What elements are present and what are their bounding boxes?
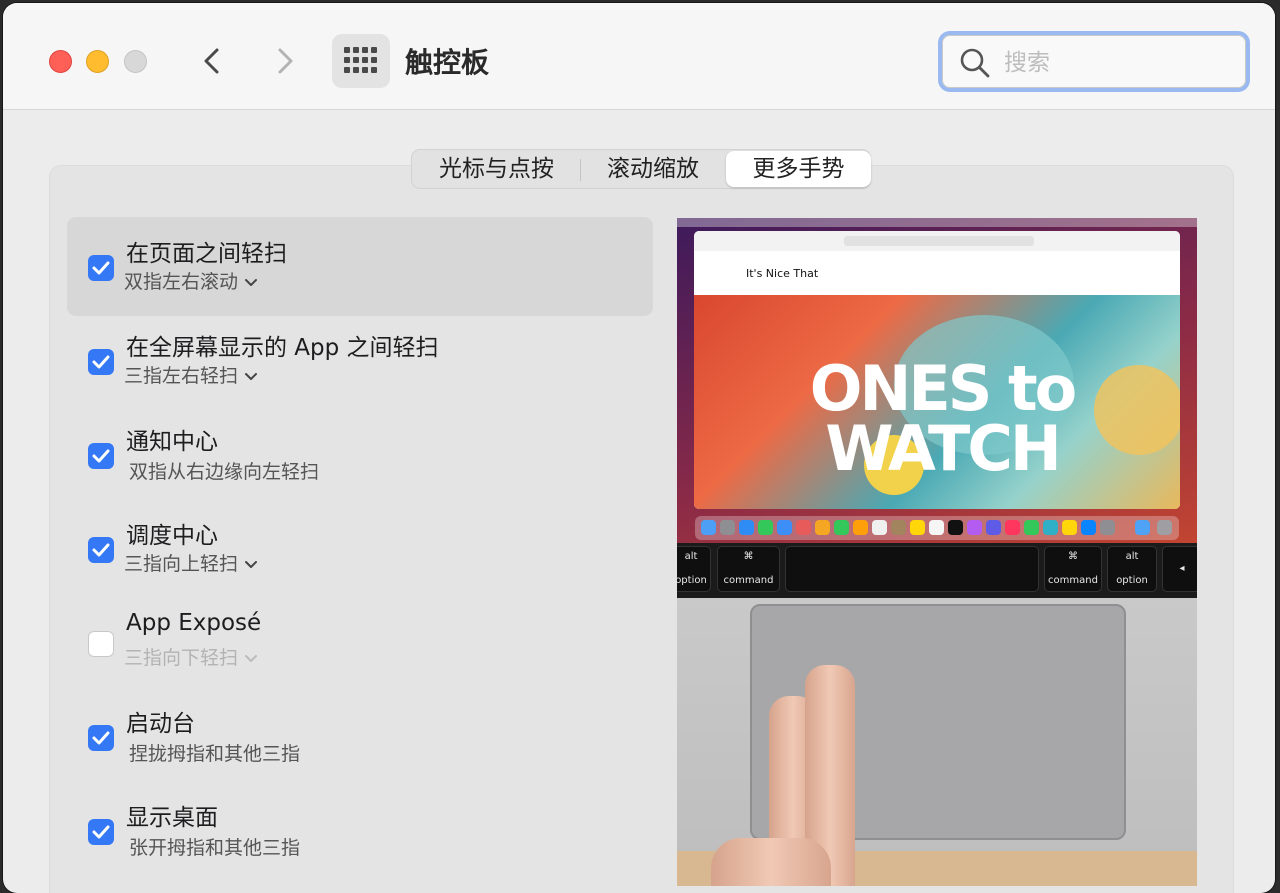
- search-field[interactable]: [938, 31, 1250, 92]
- checkmark-icon: [92, 825, 110, 839]
- tab-bar: 光标与点按 滚动缩放 更多手势: [411, 149, 871, 189]
- gesture-subtitle: 三指向上轻扫: [124, 553, 239, 575]
- checkmark-icon: [92, 261, 110, 275]
- gesture-preview-video: It's Nice That ONES to WATCH altoption: [677, 218, 1197, 886]
- preview-keyboard: alt option ⌘ command ⌘ command alt option ◂: [677, 543, 1197, 598]
- preview-hand: [711, 838, 831, 886]
- gesture-item-show-desktop[interactable]: 显示桌面 张开拇指和其他三指: [67, 781, 653, 880]
- checkbox-app-expose[interactable]: [88, 631, 114, 657]
- grid-icon: [344, 47, 377, 73]
- zoom-button[interactable]: [124, 50, 147, 73]
- back-button[interactable]: [196, 43, 230, 79]
- checkbox-mission-control[interactable]: [88, 537, 114, 563]
- chevron-right-icon: [278, 48, 293, 74]
- preview-dock: [695, 516, 1179, 540]
- checkbox-notification-center[interactable]: [88, 443, 114, 469]
- gesture-title: 在页面之间轻扫: [126, 241, 287, 267]
- preview-key-left-command: ⌘ command: [717, 546, 780, 592]
- gesture-item-swipe-between-apps[interactable]: 在全屏幕显示的 App 之间轻扫 三指左右轻扫: [67, 311, 653, 410]
- preview-menu-bar: [677, 218, 1197, 227]
- gesture-subtitle: 三指左右轻扫: [124, 365, 239, 387]
- gesture-title: 启动台: [126, 711, 195, 737]
- gesture-item-swipe-between-pages[interactable]: 在页面之间轻扫 双指左右滚动: [67, 217, 653, 316]
- gesture-item-notification-center[interactable]: 通知中心 双指从右边缘向左轻扫: [67, 405, 653, 504]
- preview-browser-window: It's Nice That ONES to WATCH: [694, 231, 1180, 509]
- show-all-button[interactable]: [332, 34, 390, 88]
- preview-key-right-option: alt option: [1107, 546, 1157, 592]
- search-input[interactable]: [1002, 47, 1236, 79]
- chevron-down-icon: [245, 372, 258, 380]
- gesture-subtitle: 捏拢拇指和其他三指: [129, 743, 301, 765]
- chevron-down-icon: [245, 560, 258, 568]
- search-icon: [960, 48, 990, 78]
- gesture-title: 通知中心: [126, 429, 218, 455]
- preview-key-arrow: ◂: [1162, 546, 1197, 592]
- gesture-title: 在全屏幕显示的 App 之间轻扫: [126, 335, 439, 361]
- minimize-button[interactable]: [86, 50, 109, 73]
- preview-key-left-option: alt option: [677, 546, 711, 592]
- preview-site-header: It's Nice That: [694, 251, 1180, 295]
- preview-hero-line-1: ONES to: [809, 352, 1077, 425]
- preview-key-right-command: ⌘ command: [1044, 546, 1102, 592]
- checkbox-swipe-between-pages[interactable]: [88, 255, 114, 281]
- checkmark-icon: [92, 731, 110, 745]
- gesture-item-launchpad[interactable]: 启动台 捏拢拇指和其他三指: [67, 687, 653, 786]
- gesture-option-popup: 三指向下轻扫: [124, 643, 258, 670]
- preview-hero-artwork: ONES to WATCH: [694, 295, 1180, 509]
- gesture-option-popup[interactable]: 三指左右轻扫: [124, 361, 258, 388]
- title-bar: 触控板: [3, 3, 1275, 110]
- chevron-down-icon: [245, 654, 258, 662]
- forward-button[interactable]: [267, 43, 301, 79]
- gesture-title: 显示桌面: [126, 805, 218, 831]
- gesture-subtitle: 三指向下轻扫: [124, 647, 239, 669]
- gesture-item-mission-control[interactable]: 调度中心 三指向上轻扫: [67, 499, 653, 598]
- preview-mac-screen: It's Nice That ONES to WATCH: [677, 218, 1197, 543]
- chevron-left-icon: [204, 48, 219, 74]
- preview-address-bar: [844, 236, 1034, 246]
- checkbox-show-desktop[interactable]: [88, 819, 114, 845]
- preview-site-logo: It's Nice That: [746, 267, 819, 280]
- gesture-item-app-expose[interactable]: App Exposé 三指向下轻扫: [67, 593, 653, 692]
- checkbox-launchpad[interactable]: [88, 725, 114, 751]
- gesture-title: 调度中心: [126, 523, 218, 549]
- gesture-subtitle: 张开拇指和其他三指: [129, 837, 301, 859]
- tab-more-gestures[interactable]: 更多手势: [726, 151, 871, 187]
- gesture-option-popup[interactable]: 三指向上轻扫: [124, 549, 258, 576]
- preview-key-space: [785, 546, 1039, 592]
- checkmark-icon: [92, 449, 110, 463]
- chevron-down-icon: [245, 278, 258, 286]
- preview-browser-toolbar: [694, 231, 1180, 252]
- system-preferences-window: 触控板 光标与点按 滚动缩放 更多手势 在页面之间轻扫 双指左右滚动: [3, 3, 1275, 893]
- preview-hero-headline: ONES to WATCH: [792, 352, 1092, 485]
- checkbox-swipe-between-apps[interactable]: [88, 349, 114, 375]
- gesture-subtitle: 双指左右滚动: [124, 271, 239, 293]
- checkmark-icon: [92, 543, 110, 557]
- checkmark-icon: [92, 355, 110, 369]
- preview-hero-line-2: WATCH: [825, 412, 1061, 485]
- gesture-subtitle: 双指从右边缘向左轻扫: [129, 461, 320, 483]
- close-button[interactable]: [49, 50, 72, 73]
- tab-point-and-click[interactable]: 光标与点按: [412, 150, 581, 188]
- gesture-title: App Exposé: [126, 610, 262, 636]
- gesture-option-popup[interactable]: 双指左右滚动: [124, 267, 258, 294]
- window-title: 触控板: [405, 46, 490, 79]
- tab-scroll-and-zoom[interactable]: 滚动缩放: [581, 150, 725, 188]
